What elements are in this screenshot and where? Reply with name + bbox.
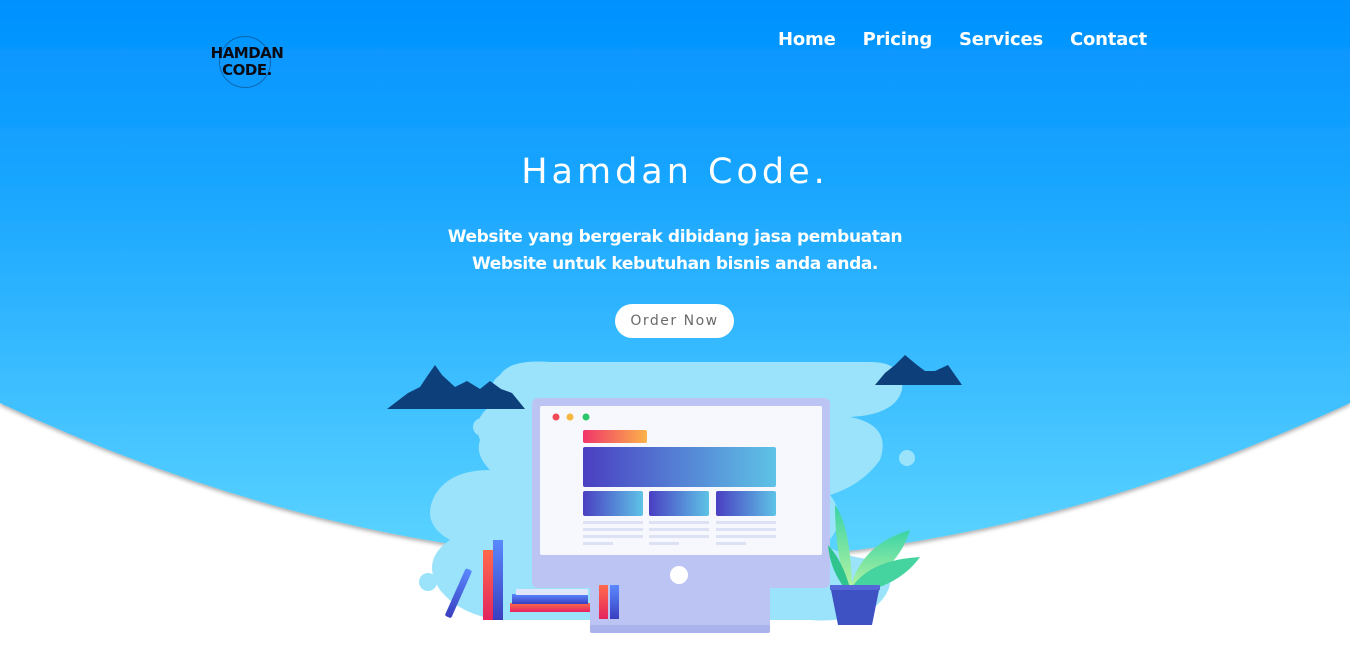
hero-subtitle-line-1: Website yang bergerak dibidang jasa pemb… [447,227,903,247]
logo-line-2: CODE. [222,61,272,79]
logo-line-1: HAMDAN [210,44,284,62]
nav-link-services[interactable]: Services [959,29,1043,50]
navbar: HAMDAN CODE. Home Pricing Services Conta… [0,0,1350,100]
nav-link-pricing[interactable]: Pricing [863,29,933,50]
logo-text: HAMDAN CODE. [205,45,289,79]
hero-subtitle: Website yang bergerak dibidang jasa pemb… [375,224,975,278]
desktop-website-illustration [387,355,962,633]
hero-title: Hamdan Code. [521,152,829,192]
hero-subtitle-line-2: Website untuk kebutuhan bisnis anda anda… [472,254,878,274]
nav-link-home[interactable]: Home [778,29,836,50]
landing-page: HAMDAN CODE. Home Pricing Services Conta… [0,0,1350,659]
order-now-button[interactable]: Order Now [615,304,734,338]
brand-logo[interactable]: HAMDAN CODE. [205,34,289,92]
nav-link-contact[interactable]: Contact [1070,29,1147,50]
nav-links: Home Pricing Services Contact [778,29,1147,50]
plant-icon [828,505,920,625]
